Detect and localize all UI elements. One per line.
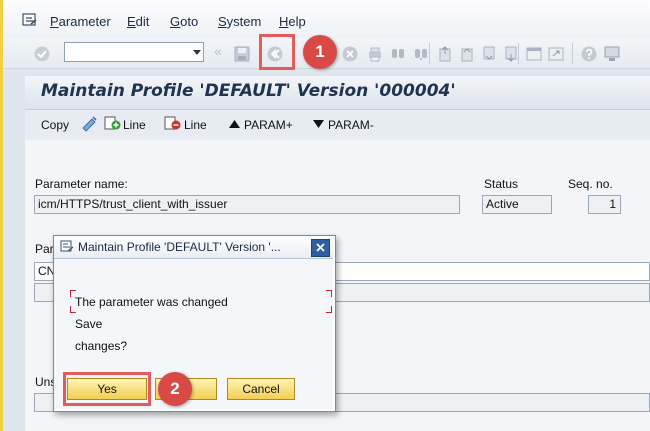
add-line-icon[interactable] <box>104 115 122 131</box>
status-field: Active <box>482 195 552 214</box>
menu-parameter[interactable]: Parameter <box>50 14 111 29</box>
dialog-close-button[interactable] <box>311 239 330 257</box>
menu-edit[interactable]: Edit <box>127 14 149 29</box>
prev-page-icon[interactable] <box>458 45 476 63</box>
find-next-icon[interactable] <box>412 45 430 63</box>
page-title: Maintain Profile 'DEFAULT' Version '0000… <box>41 81 456 101</box>
save-icon[interactable] <box>233 45 251 63</box>
focus-bracket <box>326 290 332 297</box>
create-session-icon[interactable] <box>525 45 543 63</box>
layout-icon[interactable] <box>603 45 621 63</box>
dialog-window-icon <box>60 240 74 252</box>
param-value-label: Par <box>35 242 54 256</box>
param-name-field[interactable]: icm/HTTPS/trust_client_with_issuer <box>34 195 460 214</box>
close-icon <box>316 243 325 252</box>
dialog-message-line1: The parameter was changed <box>75 295 228 309</box>
dialog-message-line2: Save <box>75 317 103 331</box>
param-minus-button[interactable]: PARAM- <box>328 118 374 132</box>
cancel-button[interactable]: Cancel <box>227 378 295 400</box>
remove-line-icon[interactable] <box>164 115 182 131</box>
focus-bracket <box>326 306 332 313</box>
triangle-up-icon <box>229 120 240 128</box>
triangle-down-icon <box>313 120 324 128</box>
callout-1-highlight <box>259 34 295 70</box>
param-plus-button[interactable]: PARAM+ <box>244 118 293 132</box>
remove-line-button[interactable]: Line <box>184 118 207 132</box>
help-icon[interactable] <box>580 45 598 63</box>
menu-system[interactable]: System <box>218 14 261 29</box>
toolbar-divider <box>518 43 519 64</box>
param-name-label: Parameter name: <box>35 177 128 191</box>
status-label: Status <box>484 177 519 191</box>
edit-icon[interactable] <box>80 114 100 132</box>
toolbar-divider <box>429 43 430 64</box>
add-line-button[interactable]: Line <box>123 118 146 132</box>
menu-goto[interactable]: Goto <box>170 14 198 29</box>
enter-check-icon[interactable] <box>33 45 51 63</box>
find-icon[interactable] <box>389 45 407 63</box>
next-page-icon[interactable] <box>480 45 498 63</box>
dialog-message-line3: changes? <box>75 339 128 353</box>
callout-2-badge: 2 <box>158 372 192 406</box>
shortcut-icon[interactable] <box>547 45 565 63</box>
callout-1-badge: 1 <box>303 35 337 69</box>
first-page-icon[interactable] <box>436 45 454 63</box>
toolbar-divider <box>572 43 573 64</box>
seq-label: Seq. no. <box>568 177 613 191</box>
command-field[interactable] <box>64 42 204 62</box>
chevron-down-icon[interactable] <box>190 42 204 62</box>
toolbar-separator-chevrons: « <box>214 43 222 59</box>
copy-button[interactable]: Copy <box>41 118 69 132</box>
seq-field: 1 <box>588 195 621 214</box>
menu-help[interactable]: Help <box>279 14 306 29</box>
print-icon[interactable] <box>366 45 384 63</box>
dialog-title: Maintain Profile 'DEFAULT' Version '... <box>78 240 281 254</box>
menu-icon[interactable] <box>22 12 38 28</box>
cancel-icon[interactable] <box>341 45 359 63</box>
callout-2-highlight <box>63 372 151 406</box>
